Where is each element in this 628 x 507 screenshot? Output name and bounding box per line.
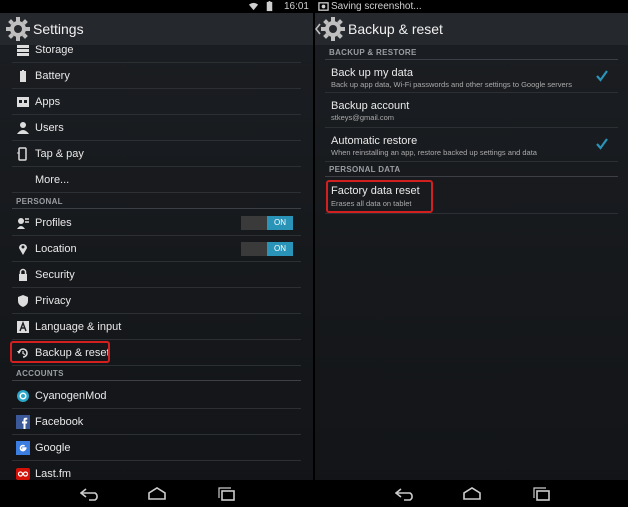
highlight-backup-reset <box>10 341 110 363</box>
settings-panel: 16:01 Settings Storage Battery Apps User… <box>0 0 313 507</box>
battery-icon <box>20 70 26 82</box>
settings-item-storage[interactable]: Storage <box>12 37 301 63</box>
clock: 16:01 <box>283 1 309 12</box>
action-bar: Backup & reset <box>315 13 628 45</box>
automatic-restore-checkbox[interactable] <box>596 138 608 150</box>
nav-bar <box>315 480 628 507</box>
setting-summary: When reinstalling an app, restore backed… <box>331 148 537 157</box>
users-icon <box>17 122 29 134</box>
settings-item-tap-pay[interactable]: Tap & pay <box>12 141 301 167</box>
backup-reset-panel: Saving screenshot... Backup & reset BACK… <box>315 0 628 507</box>
settings-item-security[interactable]: Security <box>12 262 301 288</box>
settings-item-label: Facebook <box>35 416 84 428</box>
highlight-factory-reset <box>326 180 433 213</box>
setting-summary: stkeys@gmail.com <box>331 113 395 122</box>
privacy-icon <box>18 295 28 307</box>
settings-item-label: Users <box>35 122 64 134</box>
settings-item-label: Language & input <box>35 321 122 333</box>
settings-item-label: CyanogenMod <box>35 390 107 402</box>
setting-title: Automatic restore <box>331 135 418 147</box>
setting-title: Back up my data <box>331 67 413 79</box>
setting-summary: Back up app data, Wi-Fi passwords and ot… <box>331 80 572 89</box>
nav-bar <box>0 480 313 507</box>
toggle-on-label: ON <box>267 242 293 256</box>
status-bar: 16:01 <box>0 0 313 13</box>
settings-item-label: Tap & pay <box>35 148 84 160</box>
settings-item-label: Battery <box>35 70 70 82</box>
language-icon <box>17 321 29 333</box>
setting-backup-account[interactable]: Backup account stkeys@gmail.com <box>325 94 618 128</box>
home-icon[interactable] <box>146 487 168 501</box>
settings-item-location[interactable]: Location ON <box>12 236 301 262</box>
recent-apps-icon[interactable] <box>216 487 238 501</box>
lock-icon <box>19 268 27 281</box>
settings-item-more[interactable]: More... <box>12 167 301 193</box>
settings-item-label: Storage <box>35 44 74 56</box>
status-bar: Saving screenshot... <box>315 0 628 13</box>
back-up-data-checkbox[interactable] <box>596 70 608 82</box>
settings-item-label: Security <box>35 269 75 281</box>
back-icon[interactable] <box>80 487 102 501</box>
settings-item-privacy[interactable]: Privacy <box>12 288 301 314</box>
settings-item-label: Profiles <box>35 217 72 229</box>
settings-item-battery[interactable]: Battery <box>12 63 301 89</box>
storage-icon <box>17 45 29 56</box>
setting-automatic-restore[interactable]: Automatic restore When reinstalling an a… <box>325 129 618 162</box>
setting-back-up-my-data[interactable]: Back up my data Back up app data, Wi-Fi … <box>325 61 618 93</box>
facebook-icon <box>16 415 30 429</box>
section-header-personal: PERSONAL <box>12 195 301 209</box>
apps-icon <box>17 97 29 107</box>
section-header-backup-restore: BACKUP & RESTORE <box>325 46 618 60</box>
section-header-personal-data: PERSONAL DATA <box>325 163 618 177</box>
battery-status-icon <box>266 1 273 12</box>
home-icon[interactable] <box>461 487 483 501</box>
wifi-icon <box>248 2 259 11</box>
profiles-toggle[interactable]: ON <box>241 216 293 230</box>
account-item-google[interactable]: Google <box>12 435 301 461</box>
settings-item-label: Apps <box>35 96 61 108</box>
settings-item-language[interactable]: Language & input <box>12 314 301 340</box>
location-icon <box>19 244 27 255</box>
settings-item-apps[interactable]: Apps <box>12 89 301 115</box>
recent-apps-icon[interactable] <box>531 487 553 501</box>
google-icon <box>16 441 30 455</box>
setting-title: Backup account <box>331 100 410 112</box>
toggle-on-label: ON <box>267 216 293 230</box>
status-notification: Saving screenshot... <box>331 1 422 12</box>
settings-item-label: Location <box>35 243 77 255</box>
back-icon[interactable] <box>395 487 417 501</box>
screenshot-notification-icon <box>318 2 329 11</box>
settings-item-label: Google <box>35 442 71 454</box>
cyanogenmod-icon <box>17 390 29 402</box>
profiles-icon <box>17 218 29 229</box>
tap-pay-icon <box>17 147 27 161</box>
settings-item-label: More... <box>35 174 70 186</box>
account-item-facebook[interactable]: Facebook <box>12 409 301 435</box>
location-toggle[interactable]: ON <box>241 242 293 256</box>
settings-item-label: Privacy <box>35 295 72 307</box>
settings-item-profiles[interactable]: Profiles ON <box>12 210 301 236</box>
page-title: Backup & reset <box>348 21 443 37</box>
section-header-accounts: ACCOUNTS <box>12 367 301 381</box>
settings-gear-icon[interactable] <box>321 17 345 41</box>
settings-item-users[interactable]: Users <box>12 115 301 141</box>
account-item-cyanogenmod[interactable]: CyanogenMod <box>12 383 301 409</box>
lastfm-icon <box>16 468 30 480</box>
